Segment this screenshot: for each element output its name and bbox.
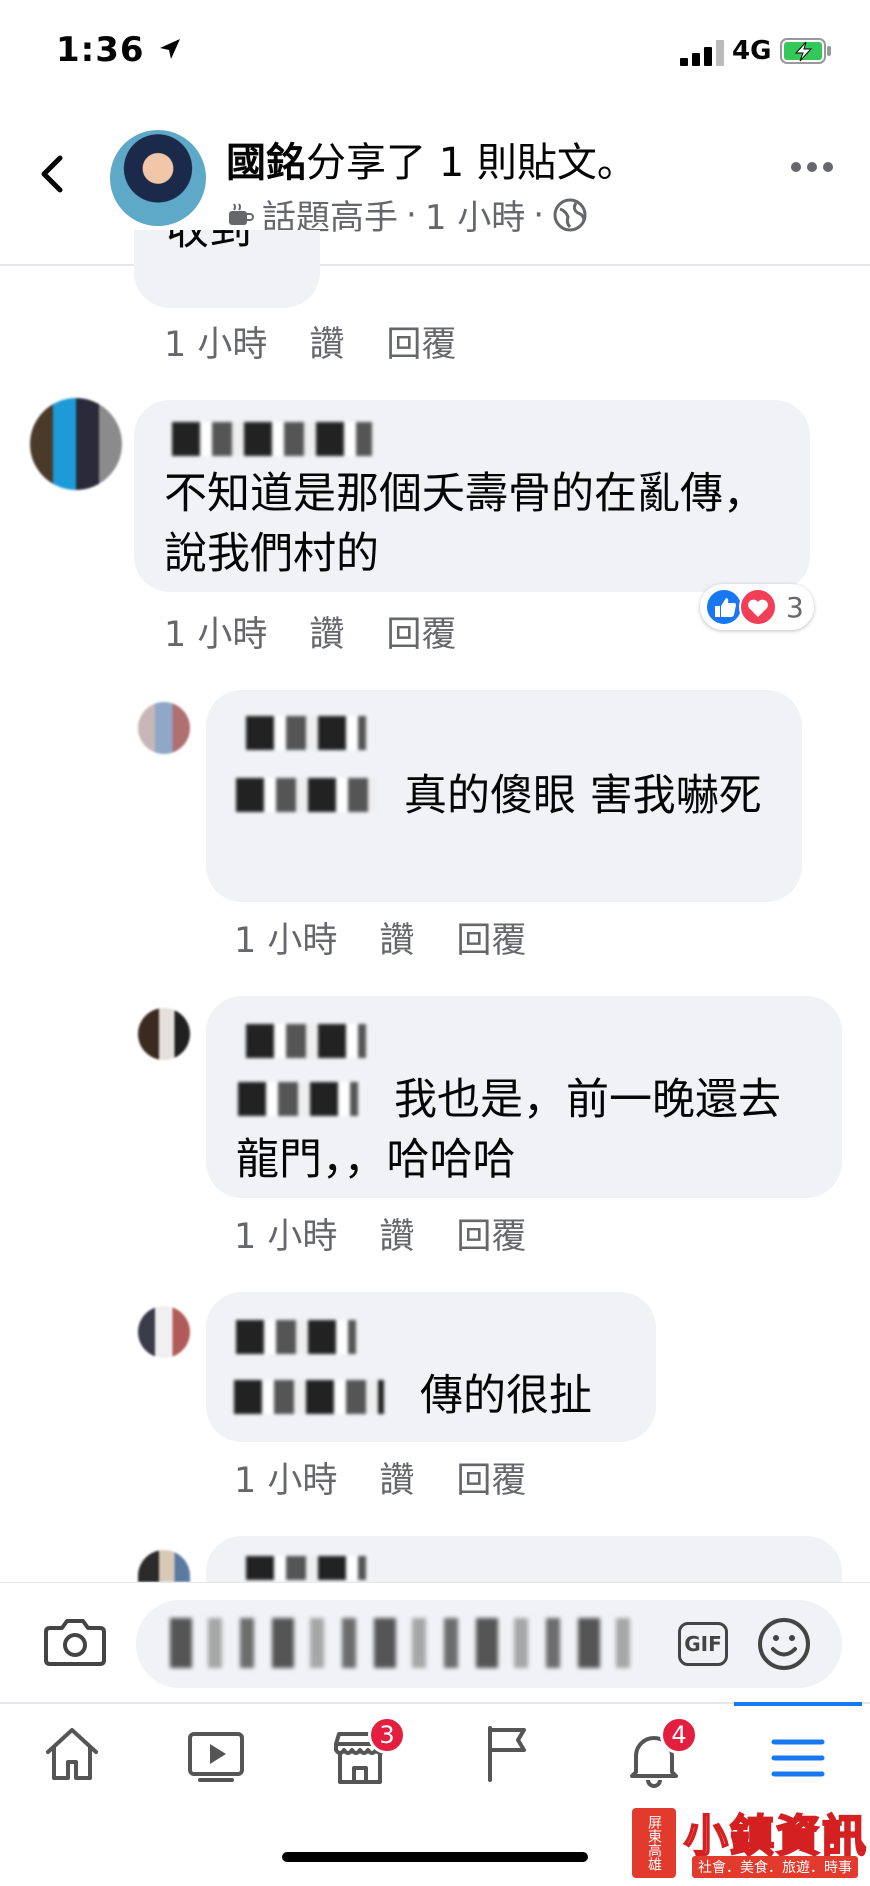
menu-hamburger-icon[interactable] [766,1726,830,1790]
mentioned-user-blurred[interactable] [234,1380,384,1414]
comment-bubble: 真的傻眼 害我嚇死 [206,690,802,902]
commenter-name-blurred[interactable] [246,716,366,750]
separator-dot: · [533,194,545,235]
comment-meta: 1 小時 讚 回覆 [164,316,456,367]
clock-text: 1:36 [56,30,145,70]
comment-time: 1 小時 [234,921,338,961]
active-tab-indicator [734,1702,862,1706]
comment-bubble: 不知道是那個夭壽骨的在亂傳，說我們村的 [134,400,810,592]
comment-text: 我也是，前一晚還去龍門，，哈哈哈 [236,1075,781,1185]
commenter-avatar[interactable] [138,702,190,754]
back-chevron-icon[interactable] [38,154,64,194]
comment-meta: 1 小時 讚 回覆 [234,1208,526,1259]
like-link[interactable]: 讚 [379,1452,414,1503]
commenter-name-blurred[interactable] [246,1556,366,1580]
comment-time: 1 小時 [164,615,268,655]
commenter-avatar[interactable] [138,1008,190,1060]
location-arrow-icon [160,39,181,59]
commenter-name-blurred[interactable] [172,422,372,456]
comment-text: 收到 [166,230,252,255]
watermark-title: 小鎮資訊 [683,1810,868,1863]
comment-bubble-partial: 收到 [134,230,320,308]
comment-bubble-partial [206,1536,842,1582]
pages-flag-icon[interactable] [476,1722,540,1786]
reaction-count: 3 [786,590,804,624]
love-reaction-icon [739,588,777,626]
reaction-summary[interactable]: 3 [700,584,814,630]
comment-meta: 1 小時 讚 回覆 [234,1452,526,1503]
commenter-avatar[interactable] [138,1306,190,1358]
camera-icon[interactable] [44,1616,106,1668]
commenter-avatar[interactable] [138,1550,190,1582]
cell-signal-icon [680,40,724,66]
emoji-icon[interactable] [756,1616,812,1672]
watermark-region-label: 屏東高雄 [632,1808,676,1878]
like-link[interactable]: 讚 [309,606,344,657]
comment-time: 1 小時 [234,1217,338,1257]
watch-video-icon[interactable] [184,1724,248,1788]
watermark-subtitle: 社會．美食．旅遊．時事 [692,1856,858,1878]
reply-link[interactable]: 回覆 [456,912,526,963]
home-indicator [282,1852,588,1862]
marketplace-badge: 3 [368,1716,406,1754]
coffee-cup-icon [229,202,254,225]
reply-link[interactable]: 回覆 [386,316,456,367]
comment-text: 真的傻眼 害我嚇死 [404,771,762,821]
author-avatar[interactable] [110,130,206,226]
commenter-name-blurred[interactable] [236,1320,356,1354]
home-icon[interactable] [40,1722,104,1786]
gif-button[interactable]: GIF [678,1622,728,1666]
commenter-avatar[interactable] [30,398,122,490]
like-link[interactable]: 讚 [379,912,414,963]
comment-time: 1 小時 [234,1461,338,1501]
comment-bubble: 我也是，前一晚還去龍門，，哈哈哈 [206,996,842,1198]
post-title: 國銘分享了 1 則貼文。 [226,130,637,188]
post-action-text: 分享了 1 則貼文。 [306,140,637,186]
comment-meta: 1 小時 讚 回覆 [164,606,456,657]
separator-dot: · [406,194,417,235]
post-time: 1 小時 [424,198,526,238]
comment-input-blurred-text [170,1618,630,1668]
comment-text: 不知道是那個夭壽骨的在亂傳，說我們村的 [164,469,766,579]
like-link[interactable]: 讚 [379,1208,414,1259]
like-link[interactable]: 讚 [309,316,344,367]
more-options-icon[interactable] [790,160,834,174]
comment-time: 1 小時 [164,325,268,365]
commenter-name-blurred[interactable] [246,1024,366,1058]
comment-meta: 1 小時 讚 回覆 [234,912,526,963]
reply-link[interactable]: 回覆 [386,606,456,657]
network-type: 4G [732,36,772,66]
battery-charging-icon [780,38,831,64]
globe-icon [553,198,587,231]
reply-link[interactable]: 回覆 [456,1208,526,1259]
notifications-badge: 4 [660,1716,698,1754]
status-time: 1:36 [56,30,183,70]
comment-bubble: 傳的很扯 [206,1292,656,1442]
reply-link[interactable]: 回覆 [456,1452,526,1503]
comment-text: 傳的很扯 [420,1371,592,1421]
author-name[interactable]: 國銘 [226,140,306,186]
